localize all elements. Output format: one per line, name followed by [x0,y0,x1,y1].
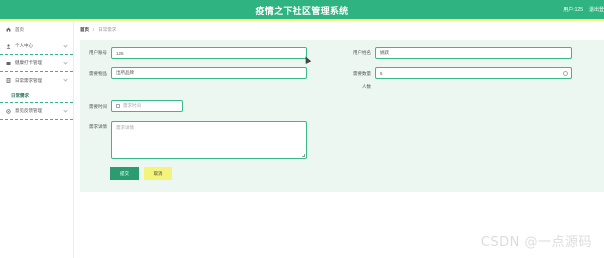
need-content-placeholder: 需求详情 [116,125,134,130]
current-user: 用户:125 [563,7,583,13]
sidebar-subitem-daily-needs[interactable]: 日常需求 [0,89,73,103]
sidebar-item-label: 首页 [15,26,24,32]
chevron-down-icon [63,60,68,65]
sidebar-item-label: 日常需求管理 [15,77,42,83]
sidebar: 首页 个人中心 健康打卡管理 日常需求管理 日常需求 意见反馈管理 [0,21,74,258]
top-bar-accent [0,19,604,21]
user-account-field[interactable]: 125 [111,47,307,59]
need-qty-unit: 人数 [362,84,371,89]
sidebar-item-personal-center[interactable]: 个人中心 [0,38,73,55]
chevron-down-icon [63,43,68,48]
need-qty-value: 5 [380,70,383,76]
sidebar-item-home[interactable]: 首页 [0,21,73,38]
app-title: 疫情之下社区管理系统 [255,6,349,16]
chevron-down-icon [63,77,68,82]
user-account-label: 用户账号 [89,50,107,55]
need-qty-label: 需要数量 [353,71,371,76]
need-qty-field[interactable]: 5 [375,67,572,79]
calendar-icon [116,104,120,108]
need-content-label: 需求详情 [89,124,107,129]
top-bar: 疫情之下社区管理系统 用户:125 退出登 [0,0,604,19]
chevron-down-icon [63,108,68,113]
deliver-time-label: 需要时间 [89,104,107,109]
clock-icon [563,71,568,76]
cancel-button[interactable]: 取消 [144,167,172,180]
watermark: CSDN @一点源码 [480,235,592,250]
home-icon [6,27,11,32]
sidebar-item-daily-needs[interactable]: 日常需求管理 [0,72,73,89]
submit-button[interactable]: 提交 [110,167,139,180]
sidebar-item-health-checkin[interactable]: 健康打卡管理 [0,55,73,72]
deliver-time-placeholder: 需求时间 [123,103,141,108]
list-icon [6,78,11,83]
breadcrumb-home[interactable]: 首页 [80,27,89,33]
logout-link[interactable]: 退出登 [589,6,604,13]
card-icon [6,61,11,66]
sidebar-item-label: 日常需求 [11,92,29,98]
user-name-field[interactable]: 姚跃 [375,47,572,59]
user-icon [6,43,11,49]
feedback-icon [6,108,11,114]
need-item-label: 需要物品 [89,71,107,76]
sidebar-item-label: 意见反馈管理 [15,108,42,113]
sidebar-item-label: 个人中心 [15,43,33,48]
breadcrumb-current: 日常需求 [98,27,117,32]
deliver-time-field[interactable]: 需求时间 [111,100,183,112]
resize-handle[interactable] [302,154,305,157]
user-area: 用户:125 退出登 [563,6,604,13]
user-name-label: 用户姓名 [353,50,371,55]
need-item-field[interactable]: 出所品牌 [111,67,307,79]
breadcrumb-separator: / [93,27,95,32]
need-content-textarea[interactable]: 需求详情 [111,121,307,159]
sidebar-item-label: 健康打卡管理 [15,60,42,65]
breadcrumb: 首页 / 日常需求 [80,27,116,33]
sidebar-item-feedback[interactable]: 意见反馈管理 [0,103,73,120]
